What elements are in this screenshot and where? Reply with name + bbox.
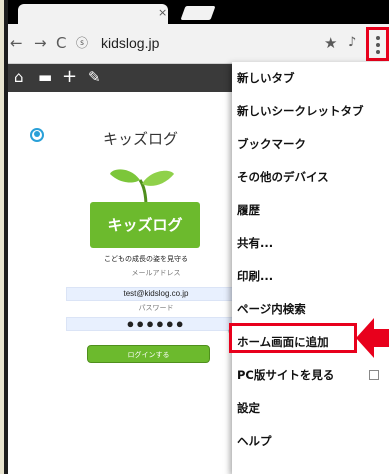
menu-item-share[interactable]: 共有... xyxy=(232,227,389,260)
menu-item-history[interactable]: 履歴 xyxy=(232,194,389,227)
menu-item-other-devices[interactable]: その他のデバイス xyxy=(232,161,389,194)
tab-strip: × xyxy=(8,0,389,24)
pencil-icon[interactable]: ✎ xyxy=(88,68,101,86)
page-title: キッズログ xyxy=(103,130,179,148)
menu-item-new-tab[interactable]: 新しいタブ xyxy=(232,62,389,95)
logo-tagline: こどもの成長の姿を見守る xyxy=(104,255,188,263)
menu-item-settings[interactable]: 設定 xyxy=(232,392,389,425)
menu-item-help[interactable]: ヘルプ xyxy=(232,425,389,458)
home-icon[interactable]: ⌂ xyxy=(14,68,24,86)
kidslog-logo: キッズログ こどもの成長の姿を見守る xyxy=(82,162,210,272)
highlight-box xyxy=(229,323,357,353)
forward-arrow-icon[interactable]: → xyxy=(34,34,47,52)
url-bar[interactable]: kidslog.jp xyxy=(101,35,159,51)
tab-close-icon[interactable]: × xyxy=(158,6,167,19)
password-field[interactable]: ●●●●●● xyxy=(66,317,246,331)
back-arrow-icon[interactable]: ← xyxy=(10,34,23,52)
password-label: パスワード xyxy=(138,304,174,312)
email-label: メールアドレス xyxy=(131,269,181,277)
comment-icon[interactable]: ▬ xyxy=(38,68,52,86)
user-icon[interactable] xyxy=(30,128,44,142)
pointer-arrow-icon xyxy=(356,318,389,358)
browser-tab[interactable]: × xyxy=(18,4,168,24)
logo-text: キッズログ xyxy=(107,216,183,234)
bookmark-star-icon[interactable]: ★ xyxy=(324,34,337,52)
new-tab-button[interactable] xyxy=(180,6,216,20)
screenshot-frame: × ← → C ⓢ kidslog.jp ★ ♪ ⌂ ▬ + ✎ キッズログ キ… xyxy=(0,0,389,474)
overflow-menu-icon xyxy=(376,36,380,57)
browser-toolbar: ← → C ⓢ kidslog.jp ★ ♪ xyxy=(8,24,389,64)
email-field[interactable]: test@kidslog.co.jp xyxy=(66,287,246,301)
login-button[interactable]: ログインする xyxy=(87,345,210,363)
menu-item-bookmarks[interactable]: ブックマーク xyxy=(232,128,389,161)
menu-item-desktop-site-label: PC版サイトを見る xyxy=(237,368,335,382)
menu-item-incognito-tab[interactable]: 新しいシークレットタブ xyxy=(232,95,389,128)
menu-item-print[interactable]: 印刷... xyxy=(232,260,389,293)
site-info-icon[interactable]: ⓢ xyxy=(76,34,88,52)
reload-icon[interactable]: C xyxy=(56,34,66,52)
browser-overflow-menu: 新しいタブ 新しいシークレットタブ ブックマーク その他のデバイス 履歴 共有.… xyxy=(232,62,389,474)
plus-icon[interactable]: + xyxy=(62,68,77,86)
menu-item-desktop-site[interactable]: PC版サイトを見る xyxy=(232,359,389,392)
overflow-menu-button[interactable] xyxy=(366,27,389,61)
microphone-icon[interactable]: ♪ xyxy=(348,34,356,52)
desktop-site-checkbox[interactable] xyxy=(369,370,379,380)
